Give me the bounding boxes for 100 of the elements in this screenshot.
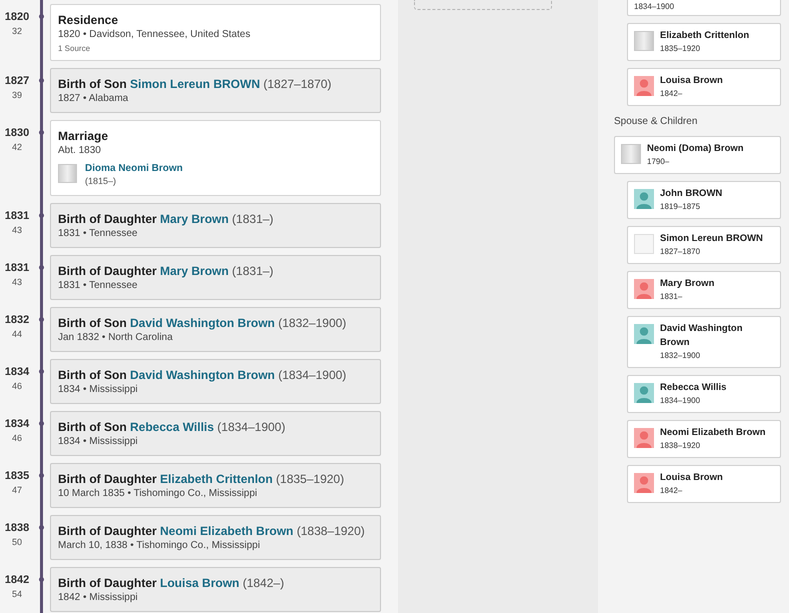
event-title: Birth of Son: [58, 420, 127, 434]
person-card[interactable]: Louisa Brown 1842–: [627, 68, 781, 106]
person-card[interactable]: Neomi Elizabeth Brown 1838–1920: [627, 420, 781, 458]
event-title: Birth of Son: [58, 77, 127, 91]
person-link[interactable]: Rebecca Willis: [130, 420, 214, 434]
life-years: (1831–): [232, 264, 274, 278]
event-year: 1820: [4, 10, 30, 24]
life-years: 1842–: [660, 88, 684, 100]
event-title: Birth of Daughter: [58, 524, 157, 538]
person-silhouette-icon: [634, 279, 654, 299]
person-link[interactable]: Simon Lereun BROWN: [130, 77, 260, 91]
event-title: Birth of Daughter: [58, 212, 157, 226]
life-years: (1842–): [242, 576, 284, 590]
life-years: (1834–1900): [217, 420, 286, 434]
life-years: 1831–: [660, 291, 684, 303]
age-label: 46: [12, 432, 22, 445]
person-link[interactable]: David Washington Brown: [130, 316, 275, 330]
life-years: (1827–1870): [263, 77, 332, 91]
person-name: David Washington Brown: [660, 322, 744, 350]
person-name: John BROWN: [660, 187, 722, 201]
photo-placeholder: [634, 234, 654, 254]
event-year: 1831: [4, 261, 30, 275]
person-silhouette-icon: [634, 383, 654, 403]
person-card[interactable]: 1834–1900: [627, 0, 781, 16]
life-years: 1819–1875: [660, 201, 702, 213]
person-link[interactable]: Mary Brown: [160, 212, 229, 226]
age-label: 54: [12, 588, 22, 601]
person-name: Louisa Brown: [660, 74, 723, 88]
life-years: (1832–1900): [278, 316, 346, 330]
event-year: 1832: [4, 313, 30, 327]
life-years: (1815–): [85, 175, 118, 188]
person-card[interactable]: Rebecca Willis 1834–1900: [627, 375, 781, 413]
event-title: Birth of Daughter: [58, 264, 157, 278]
age-label: 50: [12, 536, 22, 549]
person-link[interactable]: Neomi Elizabeth Brown: [160, 524, 294, 538]
person-link[interactable]: Louisa Brown: [160, 576, 240, 590]
person-silhouette-icon: [634, 473, 654, 493]
person-name: Simon Lereun BROWN: [660, 232, 763, 246]
age-label: 44: [12, 328, 22, 341]
person-link[interactable]: Mary Brown: [160, 264, 229, 278]
life-years: 1827–1870: [660, 246, 702, 258]
event-detail: Abt. 1830: [58, 144, 102, 158]
person-silhouette-icon: [634, 189, 654, 209]
spouse-link[interactable]: Dioma Neomi Brown: [85, 162, 183, 175]
age-label: 43: [12, 276, 22, 289]
person-silhouette-icon: [634, 324, 654, 344]
photo-placeholder: [621, 144, 641, 164]
event-detail: 1827 • Alabama: [58, 92, 130, 106]
person-name: Neomi Elizabeth Brown: [660, 426, 766, 440]
event-title: Residence: [58, 13, 118, 27]
age-label: 39: [12, 89, 22, 102]
event-title: Marriage: [58, 129, 108, 143]
person-card[interactable]: Neomi (Doma) Brown 1790–: [614, 136, 781, 174]
person-name: Elizabeth Crittenlon: [660, 29, 750, 43]
person-name: Mary Brown: [660, 277, 714, 291]
event-detail: 10 March 1835 • Tishomingo Co., Mississippi: [58, 487, 258, 501]
event-year: 1835: [4, 469, 30, 483]
source-count: 1 Source: [58, 43, 92, 55]
event-detail: March 10, 1838 • Tishomingo Co., Mississippi: [58, 539, 261, 553]
person-card[interactable]: John BROWN 1819–1875: [627, 181, 781, 219]
event-year: 1831: [4, 209, 30, 223]
photo-placeholder: [634, 31, 654, 51]
age-label: 32: [12, 25, 22, 38]
event-year: 1827: [4, 74, 30, 88]
person-link[interactable]: Elizabeth Crittenlon: [160, 472, 273, 486]
event-detail: Jan 1832 • North Carolina: [58, 331, 174, 345]
life-years: 1835–1920: [660, 43, 702, 55]
event-year: 1838: [4, 521, 30, 535]
person-card[interactable]: Elizabeth Crittenlon 1835–1920: [627, 23, 781, 61]
person-link[interactable]: David Washington Brown: [130, 368, 275, 382]
person-name: Rebecca Willis: [660, 381, 726, 395]
person-card[interactable]: Mary Brown 1831–: [627, 271, 781, 309]
person-silhouette-icon: [634, 76, 654, 96]
life-years: 1790–: [647, 156, 670, 168]
event-detail: 1831 • Tennessee: [58, 279, 138, 293]
event-year: 1830: [4, 126, 30, 140]
life-years: 1834–1900: [634, 1, 674, 13]
person-card[interactable]: David Washington Brown 1832–1900: [627, 316, 781, 368]
person-card[interactable]: Louisa Brown 1842–: [627, 465, 781, 503]
event-title: Birth of Daughter: [58, 472, 157, 486]
event-detail: 1831 • Tennessee: [58, 227, 138, 241]
life-years: 1832–1900: [660, 350, 702, 362]
life-years: 1842–: [660, 485, 684, 497]
event-title: Birth of Daughter: [58, 576, 157, 590]
person-name: Louisa Brown: [660, 471, 723, 485]
event-detail: 1820 • Davidson, Tennessee, United States: [58, 28, 252, 42]
photo-placeholder: [58, 164, 77, 183]
event-year: 1834: [4, 417, 30, 431]
person-name: Neomi (Doma) Brown: [647, 142, 744, 156]
event-year: 1834: [4, 365, 30, 379]
age-label: 47: [12, 484, 22, 497]
age-label: 46: [12, 380, 22, 393]
age-label: 42: [12, 141, 22, 154]
person-card[interactable]: Simon Lereun BROWN 1827–1870: [627, 226, 781, 264]
life-years: (1831–): [232, 212, 274, 226]
life-years: (1834–1900): [278, 368, 346, 382]
person-silhouette-icon: [634, 428, 654, 448]
section-heading: Spouse & Children: [614, 115, 698, 129]
life-years: 1834–1900: [660, 395, 702, 407]
event-detail: 1842 • Mississippi: [58, 591, 139, 605]
